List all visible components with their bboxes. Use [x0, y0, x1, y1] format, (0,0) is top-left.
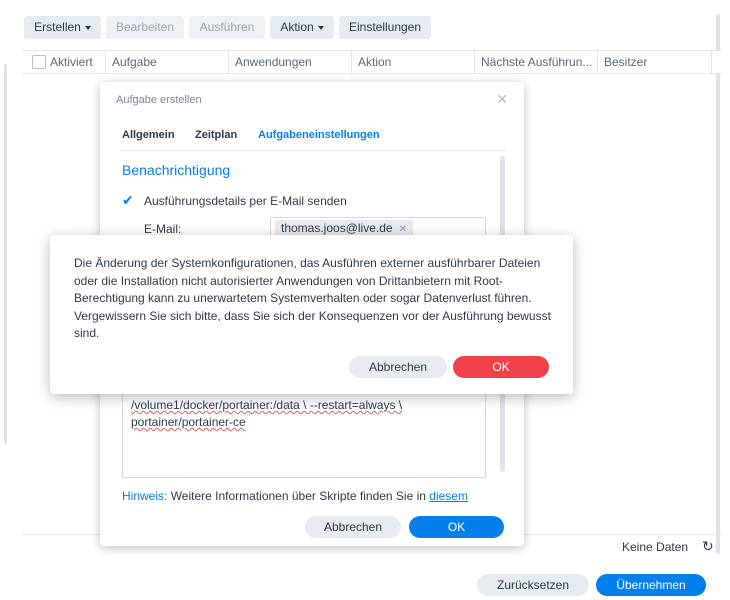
create-button-label: Erstellen: [34, 20, 81, 34]
refresh-icon[interactable]: ↻: [702, 538, 714, 555]
run-button[interactable]: Ausführen: [189, 16, 265, 39]
checkmark-icon[interactable]: ✔: [122, 192, 134, 209]
email-label: E-Mail:: [144, 222, 182, 236]
chevron-down-icon: [84, 25, 91, 30]
chevron-down-icon: [317, 25, 324, 30]
no-data-label: Keine Daten: [622, 540, 689, 554]
script-line: portainer/portainer-ce: [131, 415, 246, 429]
email-chip-value: thomas.joos@live.de: [281, 221, 393, 235]
action-button[interactable]: Aktion: [270, 16, 334, 39]
hint-body: Weitere Informationen über Skripte finde…: [167, 489, 430, 503]
column-next-run[interactable]: Nächste Ausführun...: [475, 51, 598, 73]
apply-button[interactable]: Übernehmen: [596, 574, 706, 596]
column-owner[interactable]: Besitzer: [598, 51, 712, 73]
alert-ok-button[interactable]: OK: [453, 356, 549, 378]
tab-schedule[interactable]: Zeitplan: [195, 129, 237, 141]
email-chip: thomas.joos@live.de ✕: [275, 220, 413, 236]
page-scrollbar[interactable]: [716, 14, 720, 554]
edit-button[interactable]: Bearbeiten: [106, 16, 184, 39]
task-table-header: Aktiviert Aufgabe Anwendungen Aktion Näc…: [22, 50, 722, 74]
script-content: /volume1/docker/portainer:/data \ --rest…: [131, 397, 481, 431]
action-button-label: Aktion: [280, 20, 314, 34]
column-task[interactable]: Aufgabe: [106, 51, 229, 73]
alert-message: Die Änderung der Systemkonfigurationen, …: [74, 256, 551, 340]
dialog-title: Aufgabe erstellen: [116, 94, 202, 106]
hint-link[interactable]: diesem: [429, 489, 468, 503]
tab-task-settings[interactable]: Aufgabeneinstellungen: [258, 129, 380, 141]
hint-label: Hinweis:: [122, 489, 168, 503]
email-details-checkbox-label[interactable]: Ausführungsdetails per E-Mail senden: [144, 194, 347, 208]
dialog-ok-button[interactable]: OK: [409, 516, 504, 538]
dialog-cancel-button[interactable]: Abbrechen: [305, 516, 401, 538]
script-textarea[interactable]: /volume1/docker/portainer:/data \ --rest…: [122, 382, 486, 478]
column-enabled-label: Aktiviert: [50, 55, 93, 69]
reset-button[interactable]: Zurücksetzen: [477, 574, 589, 596]
tab-general[interactable]: Allgemein: [122, 129, 175, 141]
column-applications[interactable]: Anwendungen: [229, 51, 352, 73]
notification-section-title: Benachrichtigung: [122, 162, 231, 178]
column-action[interactable]: Aktion: [352, 51, 475, 73]
tab-divider: [120, 150, 506, 151]
root-warning-alert: Die Änderung der Systemkonfigurationen, …: [50, 235, 573, 394]
script-line: /volume1/docker/portainer:/data \ --rest…: [131, 398, 403, 412]
remove-email-icon[interactable]: ✕: [399, 224, 407, 235]
close-icon[interactable]: ✕: [496, 91, 508, 108]
settings-button[interactable]: Einstellungen: [339, 16, 431, 39]
hint-text: Hinweis: Weitere Informationen über Skri…: [122, 489, 468, 503]
select-all-checkbox[interactable]: [32, 55, 46, 69]
create-button[interactable]: Erstellen: [24, 16, 101, 39]
left-scrollbar[interactable]: [4, 64, 7, 444]
alert-cancel-button[interactable]: Abbrechen: [349, 356, 447, 378]
column-enabled[interactable]: Aktiviert: [22, 51, 106, 73]
